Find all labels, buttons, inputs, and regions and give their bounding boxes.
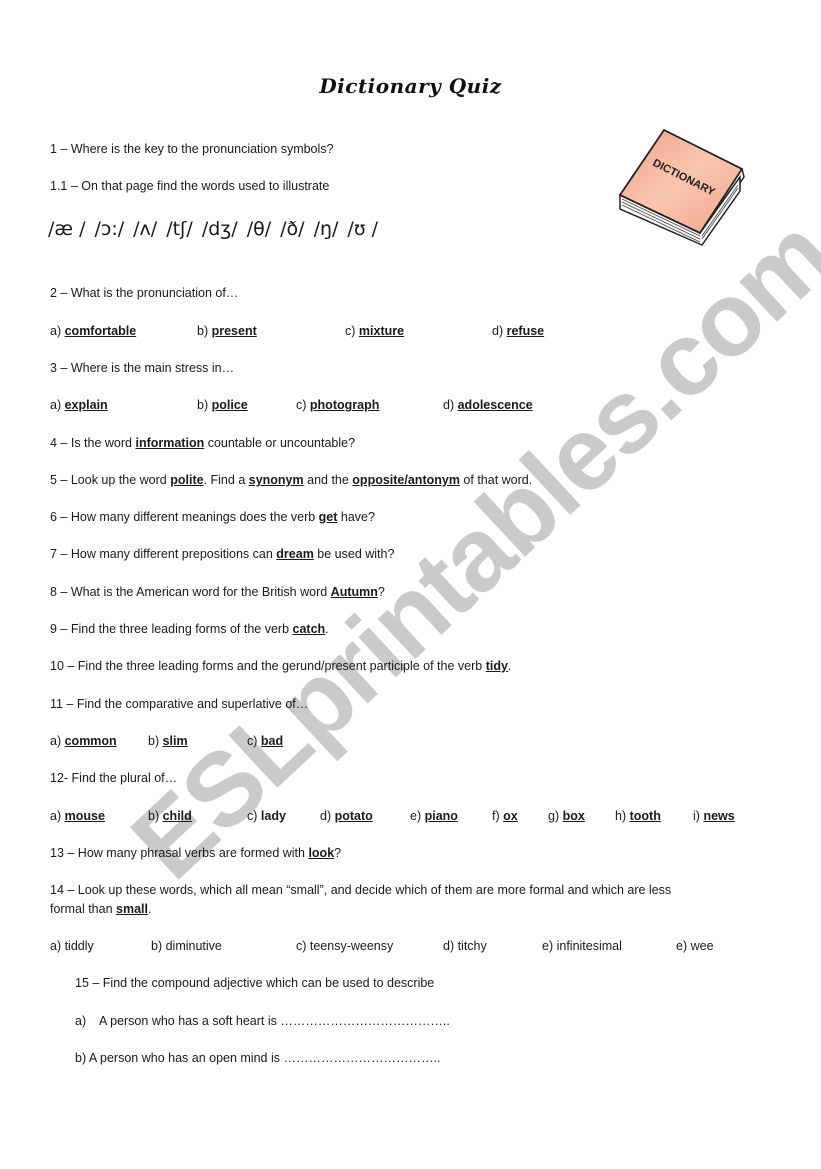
q12-option-a: a) mouse: [50, 809, 105, 823]
ipa-symbol: /ð/: [280, 218, 305, 240]
q12-option-f: f) ox: [492, 809, 518, 823]
question-4: 4 – Is the word information countable or…: [50, 436, 356, 450]
q12-option-d: d) potato: [320, 809, 373, 823]
question-6: 6 – How many different meanings does the…: [50, 510, 375, 524]
dictionary-book-icon: DICTIONARY: [612, 125, 747, 247]
question-10: 10 – Find the three leading forms and th…: [50, 659, 512, 673]
q11-option-c: c) bad: [247, 734, 284, 748]
q2-option-b: b) present: [197, 324, 257, 338]
question-1-1: 1.1 – On that page find the words used t…: [50, 179, 330, 193]
question-7: 7 – How many different prepositions can …: [50, 547, 395, 561]
ipa-symbol: /θ/: [246, 218, 272, 240]
ipa-symbol: /dʒ/: [201, 218, 238, 240]
ipa-symbol: /tʃ/: [166, 218, 193, 240]
q14-option: e) wee: [676, 939, 714, 953]
q11-option-a: a) common: [50, 734, 117, 748]
q12-option-b: b) child: [148, 809, 192, 823]
question-14-line-1: 14 – Look up these words, which all mean…: [50, 883, 672, 897]
q14-option: b) diminutive: [151, 939, 222, 953]
question-1: 1 – Where is the key to the pronunciatio…: [50, 142, 334, 156]
q3-option-c: c) photograph: [296, 398, 380, 412]
q3-option-b: b) police: [197, 398, 248, 412]
question-5: 5 – Look up the word polite. Find a syno…: [50, 473, 533, 487]
question-12: 12- Find the plural of…: [50, 771, 178, 785]
ipa-symbol: /ʊ /: [347, 218, 378, 240]
question-2: 2 – What is the pronunciation of…: [50, 286, 239, 300]
q12-option-c: c) lady: [247, 809, 286, 823]
q12-option-g: g) box: [548, 809, 585, 823]
question-13: 13 – How many phrasal verbs are formed w…: [50, 846, 342, 860]
q3-option-d: d) adolescence: [443, 398, 533, 412]
q12-option-e: e) piano: [410, 809, 458, 823]
q14-option: c) teensy-weensy: [296, 939, 394, 953]
question-11: 11 – Find the comparative and superlativ…: [50, 697, 309, 711]
question-15: 15 – Find the compound adjective which c…: [75, 976, 435, 990]
q2-option-d: d) refuse: [492, 324, 545, 338]
page-title: Dictionary Quiz: [319, 74, 502, 98]
q14-option: e) infinitesimal: [542, 939, 622, 953]
question-14-line-2: formal than small.: [50, 902, 152, 916]
worksheet-page: ESLprintables.com Dictionary Quiz DICTIO…: [0, 0, 821, 1169]
q2-option-a: a) comfortable: [50, 324, 137, 338]
question-8: 8 – What is the American word for the Br…: [50, 585, 385, 599]
ipa-symbol: /ʌ/: [133, 218, 158, 240]
q15-item-a-letter: a): [75, 1014, 87, 1028]
q12-option-h: h) tooth: [615, 809, 661, 823]
q15-item-b: b) A person who has an open mind is ……………: [75, 1051, 441, 1065]
question-9: 9 – Find the three leading forms of the …: [50, 622, 329, 636]
ipa-symbol: /æ /: [48, 218, 86, 240]
q11-option-b: b) slim: [148, 734, 188, 748]
content: Dictionary Quiz DICTIONARY 1 – Where is …: [0, 0, 821, 1169]
q3-option-a: a) explain: [50, 398, 108, 412]
q2-option-c: c) mixture: [345, 324, 405, 338]
ipa-symbol: /ɔ:/: [94, 218, 125, 240]
ipa-symbol: /ŋ/: [313, 218, 339, 240]
q14-option: d) titchy: [443, 939, 487, 953]
ipa-symbols: /æ / /ɔ:/ /ʌ/ /tʃ/ /dʒ/ /θ/ /ð/ /ŋ/ /ʊ /: [48, 218, 387, 240]
q14-option: a) tiddly: [50, 939, 94, 953]
question-3: 3 – Where is the main stress in…: [50, 361, 235, 375]
q12-option-i: i) news: [693, 809, 735, 823]
q15-item-a: A person who has a soft heart is ……………………: [99, 1014, 450, 1028]
